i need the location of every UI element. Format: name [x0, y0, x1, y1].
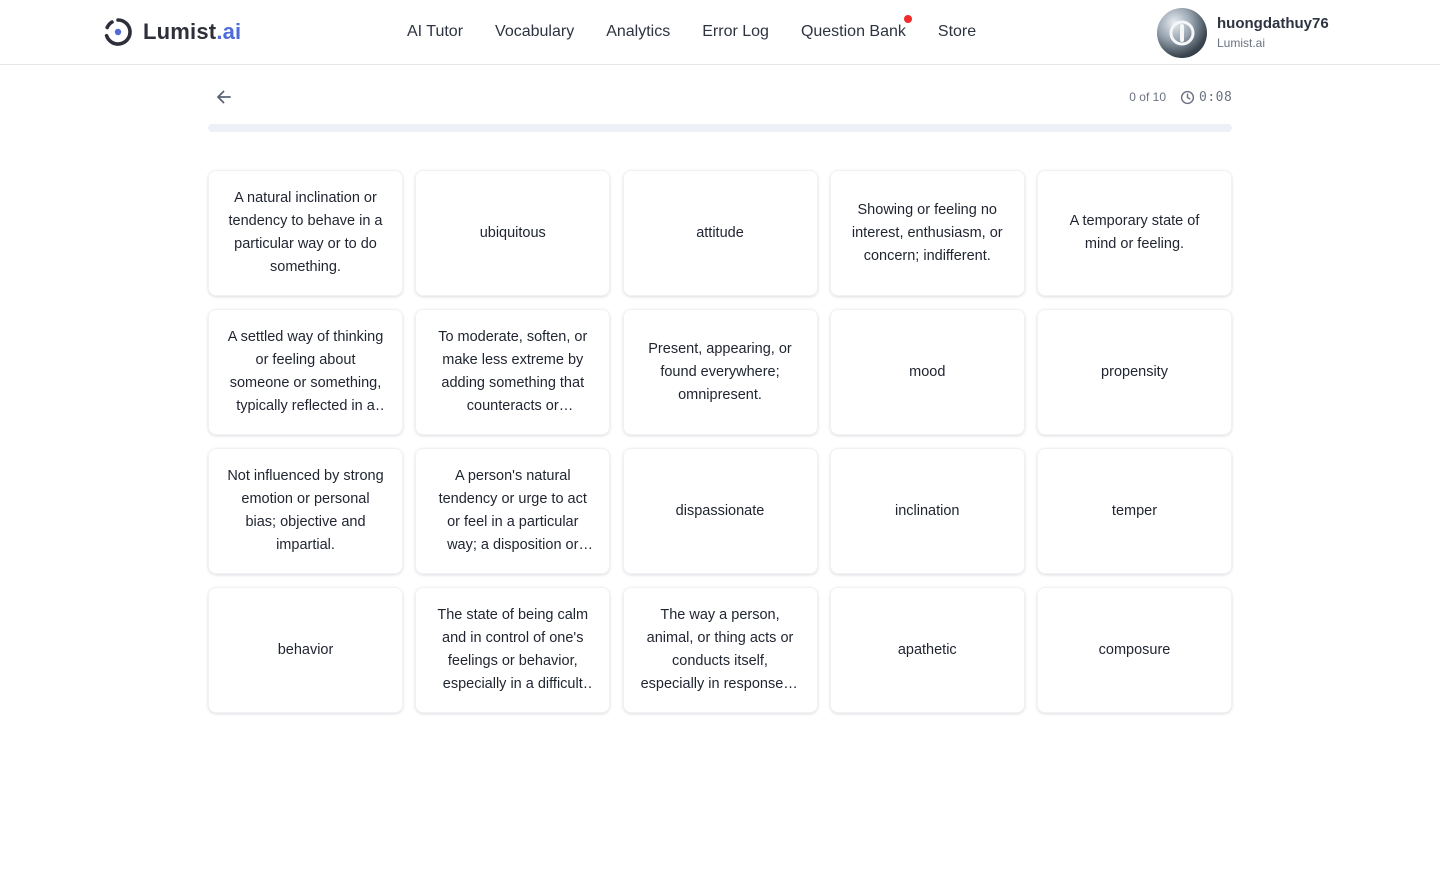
match-card[interactable]: A person's natural tendency or urge to a…: [415, 448, 611, 574]
match-card[interactable]: To moderate, soften, or make less extrem…: [415, 309, 611, 435]
timer-value: 0:08: [1199, 89, 1233, 105]
match-card-text: attitude: [696, 224, 744, 241]
match-card[interactable]: A temporary state of mind or feeling.: [1037, 170, 1232, 296]
clock-icon: [1180, 90, 1195, 104]
match-card[interactable]: ubiquitous: [415, 170, 611, 296]
top-navbar: Lumist.ai AI Tutor Vocabulary Analytics …: [0, 0, 1440, 65]
notification-dot: [903, 15, 912, 23]
user-info: huongdathuy76 Lumist.ai: [1217, 15, 1329, 51]
match-card-text: A natural inclination or tendency to beh…: [228, 190, 383, 275]
timer: 0:08: [1180, 87, 1232, 107]
match-card[interactable]: composure: [1037, 587, 1232, 713]
match-card[interactable]: A natural inclination or tendency to beh…: [208, 170, 403, 296]
match-card-text: A temporary state of mind or feeling.: [1069, 213, 1200, 252]
match-card-text: The way a person, animal, or thing acts …: [640, 607, 800, 692]
user-name: huongdathuy76: [1217, 14, 1329, 32]
nav-item-ai-tutor[interactable]: AI Tutor: [407, 20, 463, 44]
nav-item-store[interactable]: Store: [938, 20, 976, 44]
match-card-text: Present, appearing, or found everywhere;…: [648, 340, 792, 403]
match-card-text: The state of being calm and in control o…: [437, 607, 589, 692]
avatar-emblem-icon: [1169, 20, 1195, 45]
brand-name: Lumist.ai: [143, 19, 242, 44]
match-card-text: ubiquitous: [479, 224, 546, 241]
match-card[interactable]: apathetic: [829, 587, 1025, 713]
match-card[interactable]: Present, appearing, or found everywhere;…: [622, 309, 818, 435]
match-card[interactable]: A settled way of thinking or feeling abo…: [208, 309, 403, 435]
match-card[interactable]: Not influenced by strong emotion or pers…: [208, 448, 403, 574]
user-menu[interactable]: huongdathuy76 Lumist.ai: [1157, 7, 1329, 58]
avatar: [1157, 7, 1207, 58]
brand-logo-link[interactable]: Lumist.ai: [103, 16, 241, 48]
progress-count: 0 of 10: [1129, 90, 1166, 104]
match-card[interactable]: temper: [1037, 448, 1232, 574]
user-subtitle: Lumist.ai: [1217, 35, 1266, 50]
match-card-text: Showing or feeling no interest, enthusia…: [851, 201, 1003, 264]
match-card-text: inclination: [895, 502, 960, 519]
main-nav: AI Tutor Vocabulary Analytics Error Log …: [407, 15, 976, 44]
back-button[interactable]: [212, 85, 236, 109]
match-card-text: propensity: [1101, 363, 1168, 380]
matching-card-grid: A natural inclination or tendency to beh…: [208, 170, 1232, 713]
match-card[interactable]: attitude: [622, 170, 818, 296]
match-card[interactable]: propensity: [1037, 309, 1232, 435]
nav-item-error-log[interactable]: Error Log: [702, 20, 769, 44]
match-card[interactable]: The state of being calm and in control o…: [415, 587, 611, 713]
match-card-text: A settled way of thinking or feeling abo…: [227, 329, 384, 414]
nav-item-analytics[interactable]: Analytics: [606, 20, 670, 44]
nav-item-vocabulary[interactable]: Vocabulary: [495, 20, 574, 44]
match-card-text: behavior: [277, 641, 334, 658]
progress-bar: [208, 124, 1232, 132]
match-card-text: apathetic: [897, 641, 957, 658]
match-card-text: mood: [909, 363, 946, 380]
match-card-text: temper: [1111, 502, 1158, 519]
match-card[interactable]: dispassionate: [622, 448, 818, 574]
lumist-logo-icon: [104, 18, 132, 46]
match-card[interactable]: inclination: [829, 448, 1025, 574]
match-card-text: composure: [1098, 641, 1171, 658]
match-card-text: A person's natural tendency or urge to a…: [438, 468, 587, 553]
match-card[interactable]: behavior: [208, 587, 403, 713]
match-card[interactable]: The way a person, animal, or thing acts …: [622, 587, 818, 713]
arrow-left-icon: [217, 90, 231, 104]
nav-item-question-bank[interactable]: Question Bank: [800, 15, 912, 44]
match-card[interactable]: Showing or feeling no interest, enthusia…: [829, 170, 1025, 296]
nav-item-question-bank-label: Question Bank: [800, 23, 906, 40]
match-card-text: dispassionate: [675, 502, 765, 519]
match-card[interactable]: mood: [829, 309, 1025, 435]
match-card-text: Not influenced by strong emotion or pers…: [227, 468, 384, 553]
match-card-text: To moderate, soften, or make less extrem…: [438, 329, 588, 414]
